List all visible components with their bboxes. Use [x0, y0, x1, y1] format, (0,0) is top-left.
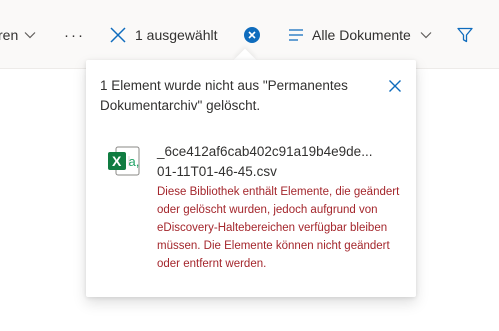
view-label: Alle Dokumente: [312, 27, 411, 43]
panel-message: 1 Element wurde nicht aus "Permanentes D…: [100, 78, 348, 113]
filter-icon: [457, 27, 473, 43]
filter-button[interactable]: [456, 24, 474, 46]
chevron-down-icon: [24, 32, 36, 39]
excel-file-icon: a, X: [107, 144, 141, 178]
file-name-line2: 01-11T01-46-45.csv: [157, 164, 277, 179]
file-name: _6ce412af6cab402c91a19b4e9de... 01-11T01…: [157, 142, 407, 182]
delete-result-panel: 1 Element wurde nicht aus "Permanentes D…: [86, 60, 416, 297]
hold-error-note: Diese Bibliothek enthält Elemente, die g…: [157, 186, 400, 270]
list-view-icon: [289, 29, 303, 41]
close-selection-button[interactable]: [109, 24, 127, 46]
toolbar-item-partial[interactable]: ren: [0, 24, 36, 46]
view-switcher[interactable]: Alle Dokumente: [288, 24, 432, 46]
more-actions-button[interactable]: ···: [64, 24, 85, 46]
selection-count: 1 ausgewählt: [135, 27, 218, 43]
close-panel-button[interactable]: [388, 79, 402, 93]
clear-selection-button[interactable]: [243, 24, 261, 46]
svg-text:X: X: [112, 153, 122, 169]
toolbar-partial-label: ren: [0, 27, 19, 43]
close-icon: [389, 80, 401, 92]
chevron-down-icon: [420, 32, 432, 39]
file-name-line1: _6ce412af6cab402c91a19b4e9de...: [157, 144, 373, 159]
svg-text:a,: a,: [129, 154, 140, 169]
close-icon: [110, 27, 126, 43]
clear-selection-icon: [244, 27, 260, 43]
